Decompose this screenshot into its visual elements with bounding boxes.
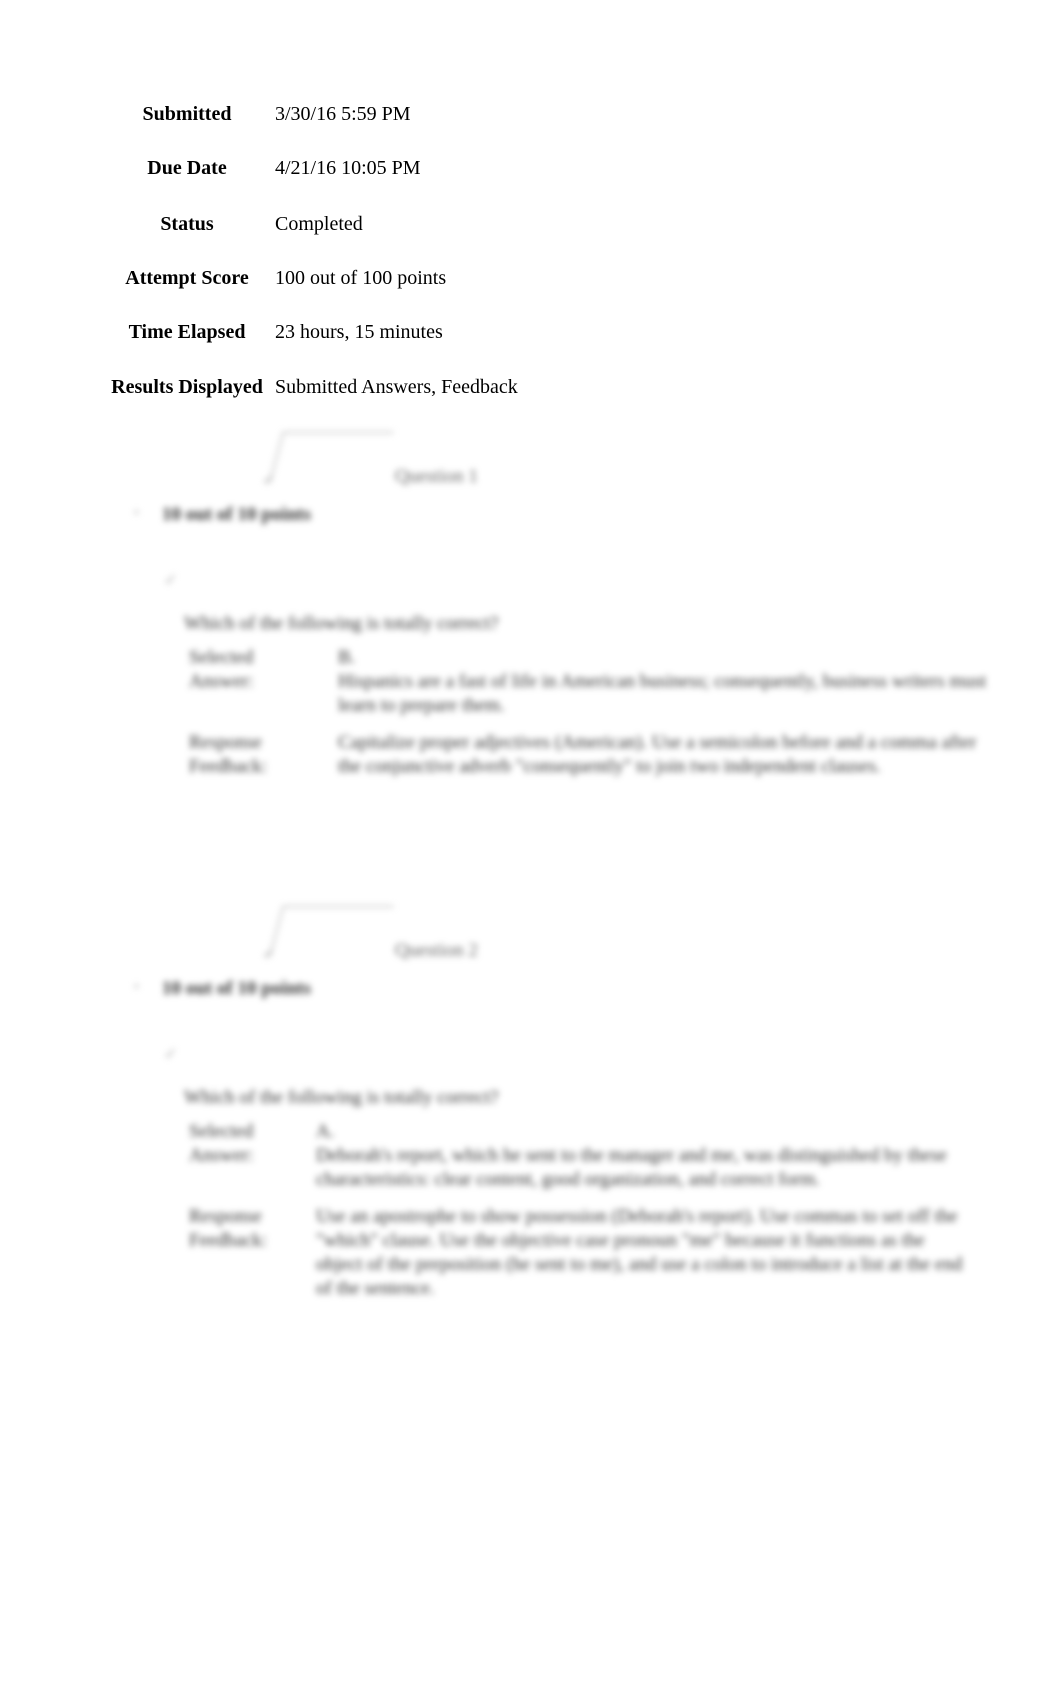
- feedback-label: Response Feedback:: [189, 1206, 268, 1251]
- selected-text-line: Deborah's report, which he sent to the m…: [316, 1145, 947, 1166]
- question-1: ✓ Question 1 • 10 out of 10 points ✓ Whi…: [0, 420, 1062, 880]
- feedback: Capitalize proper adjectives (American).…: [338, 731, 1038, 779]
- bullet-icon: •: [134, 980, 139, 995]
- question-points: 10 out of 10 points: [162, 978, 311, 999]
- feedback-text-line: of the sentence.: [316, 1278, 435, 1299]
- selected-answer: B. Hispanics are a fast of life in Ameri…: [338, 646, 1038, 718]
- due-date-value: 4/21/16 10:05 PM: [275, 157, 421, 179]
- divider-line: [269, 906, 394, 957]
- question-points: 10 out of 10 points: [162, 504, 311, 525]
- time-elapsed-row: Time Elapsed 23 hours, 15 minutes: [0, 321, 1062, 349]
- feedback-label: Response Feedback:: [189, 732, 268, 777]
- question-prompt: Which of the following is totally correc…: [184, 1087, 499, 1108]
- selected-letter: A.: [316, 1121, 335, 1142]
- feedback-text-line: Capitalize proper adjectives (American).…: [338, 732, 977, 753]
- status-label: Status: [160, 213, 214, 235]
- submitted-value: 3/30/16 5:59 PM: [275, 103, 411, 125]
- bullet-icon: •: [134, 506, 139, 521]
- correct-check-icon: ✓: [164, 1046, 178, 1063]
- results-displayed-value: Submitted Answers, Feedback: [275, 376, 518, 398]
- time-elapsed-value: 23 hours, 15 minutes: [275, 321, 443, 343]
- selected-answer-label: Selected Answer:: [189, 647, 254, 692]
- feedback-text-line: "which" clause. Use the objective case p…: [316, 1230, 925, 1251]
- question-prompt: Which of the following is totally correc…: [184, 613, 499, 634]
- attempt-score-row: Attempt Score 100 out of 100 points: [0, 267, 1062, 295]
- attempt-score-label: Attempt Score: [125, 267, 249, 289]
- feedback-text-line: the conjunctive adverb "consequently" to…: [338, 756, 881, 777]
- selected-answer-label: Selected Answer:: [189, 1121, 254, 1166]
- time-elapsed-label: Time Elapsed: [128, 321, 246, 343]
- results-displayed-row: Results Displayed Submitted Answers, Fee…: [0, 376, 1062, 404]
- question-title: Question 2: [395, 940, 478, 961]
- selected-text-line: Hispanics are a fast of life in American…: [338, 671, 987, 692]
- question-title: Question 1: [395, 466, 478, 487]
- submitted-row: Submitted 3/30/16 5:59 PM: [0, 103, 1062, 131]
- selected-letter: B.: [338, 647, 356, 668]
- attempt-score-value: 100 out of 100 points: [275, 267, 447, 289]
- submitted-label: Submitted: [142, 103, 232, 125]
- selected-answer: A. Deborah's report, which he sent to th…: [316, 1120, 1036, 1192]
- status-row: Status Completed: [0, 213, 1062, 241]
- due-date-row: Due Date 4/21/16 10:05 PM: [0, 157, 1062, 185]
- check-icon: ✓: [262, 472, 276, 489]
- feedback: Use an apostrophe to show possession (De…: [316, 1205, 1036, 1301]
- question-2: ✓ Question 2 • 10 out of 10 points ✓ Whi…: [0, 894, 1062, 1354]
- selected-text-line: characteristics: clear content, good org…: [316, 1169, 820, 1190]
- check-icon: ✓: [262, 946, 276, 963]
- feedback-text-line: object of the preposition (he sent to me…: [316, 1254, 963, 1275]
- status-value: Completed: [275, 213, 363, 235]
- results-displayed-label: Results Displayed: [111, 376, 263, 398]
- selected-text-line: learn to prepare them.: [338, 695, 505, 716]
- due-date-label: Due Date: [147, 157, 227, 179]
- correct-check-icon: ✓: [164, 572, 178, 589]
- divider-line: [269, 432, 394, 483]
- feedback-text-line: Use an apostrophe to show possession (De…: [316, 1206, 958, 1227]
